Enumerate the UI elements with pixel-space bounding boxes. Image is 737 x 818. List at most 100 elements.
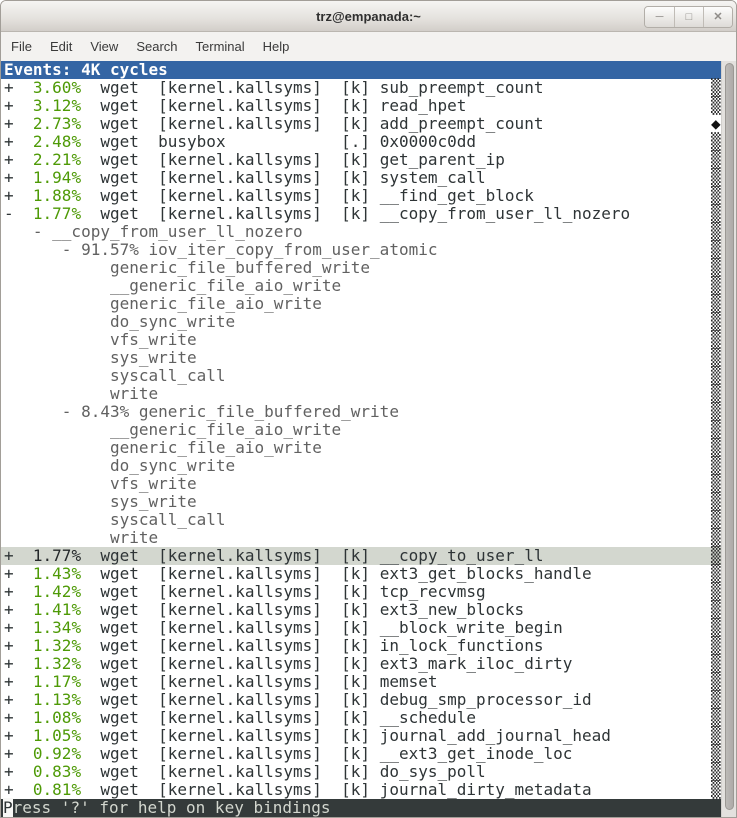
perf-callchain-row: write ▒ bbox=[1, 385, 721, 403]
perf-entry-row[interactable]: + 1.41% wget [kernel.kallsyms] [k] ext3_… bbox=[1, 601, 721, 619]
scrollbar-track[interactable] bbox=[721, 61, 736, 817]
tui-scrollbar-shade-icon: ▒ bbox=[711, 511, 721, 529]
tui-scrollbar-shade-icon: ▒ bbox=[711, 709, 721, 727]
tui-scrollbar-shade-icon: ▒ bbox=[711, 691, 721, 709]
expand-toggle: + bbox=[4, 780, 33, 799]
terminal-window: trz@empanada:~ ─ □ ✕ File Edit View Sear… bbox=[0, 0, 737, 818]
entry-text: wget [kernel.kallsyms] [k] memset bbox=[81, 672, 437, 691]
expand-toggle: + bbox=[4, 654, 33, 673]
callchain-text: generic_file_aio_write bbox=[4, 438, 322, 457]
expand-toggle: + bbox=[4, 186, 33, 205]
perf-callchain-row: - 91.57% iov_iter_copy_from_user_atomic▒ bbox=[1, 241, 721, 259]
callchain-text: vfs_write bbox=[4, 330, 197, 349]
expand-toggle: + bbox=[4, 564, 33, 583]
expand-toggle: - bbox=[4, 204, 33, 223]
tui-scrollbar-shade-icon: ▒ bbox=[711, 529, 721, 547]
perf-entry-row[interactable]: + 1.32% wget [kernel.kallsyms] [k] in_lo… bbox=[1, 637, 721, 655]
callchain-text: - __copy_from_user_ll_nozero bbox=[4, 222, 303, 241]
entry-text: wget [kernel.kallsyms] [k] do_sys_poll bbox=[81, 762, 486, 781]
tui-scrollbar-shade-icon: ▒ bbox=[711, 259, 721, 277]
entry-text: wget [kernel.kallsyms] [k] get_parent_ip bbox=[81, 150, 505, 169]
perf-entry-row[interactable]: + 2.48% wget busybox [.] 0x0000c0dd▒ bbox=[1, 133, 721, 151]
expand-toggle: + bbox=[4, 132, 33, 151]
expand-toggle: + bbox=[4, 96, 33, 115]
perf-entry-row[interactable]: + 1.43% wget [kernel.kallsyms] [k] ext3_… bbox=[1, 565, 721, 583]
entry-text: wget [kernel.kallsyms] [k] __ext3_get_in… bbox=[81, 744, 572, 763]
callchain-text: do_sync_write bbox=[4, 312, 235, 331]
perf-entry-row[interactable]: + 0.81% wget [kernel.kallsyms] [k] journ… bbox=[1, 781, 721, 799]
maximize-button[interactable]: □ bbox=[674, 7, 703, 27]
perf-entry-row[interactable]: + 2.21% wget [kernel.kallsyms] [k] get_p… bbox=[1, 151, 721, 169]
expand-toggle: + bbox=[4, 600, 33, 619]
menu-help[interactable]: Help bbox=[254, 32, 299, 61]
perf-entry-row[interactable]: + 1.42% wget [kernel.kallsyms] [k] tcp_r… bbox=[1, 583, 721, 601]
callchain-text: - 8.43% generic_file_buffered_write bbox=[4, 402, 399, 421]
overhead-percent: 2.73% bbox=[33, 114, 81, 133]
perf-entry-row[interactable]: + 1.17% wget [kernel.kallsyms] [k] memse… bbox=[1, 673, 721, 691]
callchain-text: - 91.57% iov_iter_copy_from_user_atomic bbox=[4, 240, 437, 259]
overhead-percent: 1.42% bbox=[33, 582, 81, 601]
overhead-percent: 0.92% bbox=[33, 744, 81, 763]
perf-callchain-row: vfs_write ▒ bbox=[1, 331, 721, 349]
overhead-percent: 3.60% bbox=[33, 78, 81, 97]
tui-scrollbar-shade-icon: ▒ bbox=[711, 655, 721, 673]
expand-toggle: + bbox=[4, 672, 33, 691]
status-text: ress '?' for help on key bindings bbox=[13, 798, 331, 817]
perf-entry-row[interactable]: + 3.60% wget [kernel.kallsyms] [k] sub_p… bbox=[1, 79, 721, 97]
tui-scrollbar-shade-icon: ▒ bbox=[711, 295, 721, 313]
expand-toggle: + bbox=[4, 168, 33, 187]
terminal-rows: + 3.60% wget [kernel.kallsyms] [k] sub_p… bbox=[1, 79, 721, 799]
terminal-screen[interactable]: Events: 4K cycles + 3.60% wget [kernel.k… bbox=[1, 61, 736, 817]
perf-callchain-row: __generic_file_aio_write▒ bbox=[1, 277, 721, 295]
perf-entry-row[interactable]: + 3.12% wget [kernel.kallsyms] [k] read_… bbox=[1, 97, 721, 115]
perf-entry-row[interactable]: + 2.73% wget [kernel.kallsyms] [k] add_p… bbox=[1, 115, 721, 133]
menu-edit[interactable]: Edit bbox=[41, 32, 81, 61]
tui-scroll-position-icon: ◆ bbox=[711, 115, 721, 133]
callchain-text: syscall_call bbox=[4, 366, 226, 385]
perf-callchain-row: syscall_call▒ bbox=[1, 511, 721, 529]
scrollbar-thumb[interactable] bbox=[725, 63, 734, 810]
perf-entry-row[interactable]: + 1.13% wget [kernel.kallsyms] [k] debug… bbox=[1, 691, 721, 709]
tui-scrollbar-shade-icon: ▒ bbox=[711, 493, 721, 511]
tui-scrollbar-shade-icon: ▒ bbox=[711, 457, 721, 475]
expand-toggle: + bbox=[4, 78, 33, 97]
menu-file[interactable]: File bbox=[2, 32, 41, 61]
tui-scrollbar-shade-icon: ▒ bbox=[711, 367, 721, 385]
perf-entry-row[interactable]: + 0.83% wget [kernel.kallsyms] [k] do_sy… bbox=[1, 763, 721, 781]
tui-scrollbar-shade-icon: ▒ bbox=[711, 565, 721, 583]
close-button[interactable]: ✕ bbox=[703, 7, 732, 27]
perf-entry-row[interactable]: + 1.34% wget [kernel.kallsyms] [k] __blo… bbox=[1, 619, 721, 637]
perf-entry-row[interactable]: + 1.05% wget [kernel.kallsyms] [k] journ… bbox=[1, 727, 721, 745]
perf-callchain-row: syscall_call ▒ bbox=[1, 367, 721, 385]
tui-scrollbar-shade-icon: ▒ bbox=[711, 331, 721, 349]
perf-entry-row[interactable]: - 1.77% wget [kernel.kallsyms] [k] __cop… bbox=[1, 205, 721, 223]
perf-entry-row[interactable]: + 1.94% wget [kernel.kallsyms] [k] syste… bbox=[1, 169, 721, 187]
perf-entry-row[interactable]: + 1.32% wget [kernel.kallsyms] [k] ext3_… bbox=[1, 655, 721, 673]
perf-callchain-row: generic_file_buffered_write ▒ bbox=[1, 259, 721, 277]
perf-entry-row[interactable]: + 1.08% wget [kernel.kallsyms] [k] __sch… bbox=[1, 709, 721, 727]
tui-scrollbar-shade-icon: ▒ bbox=[711, 79, 721, 97]
overhead-percent: 1.94% bbox=[33, 168, 81, 187]
overhead-percent: 0.81% bbox=[33, 780, 81, 799]
tui-scrollbar-shade-icon: ▒ bbox=[711, 727, 721, 745]
perf-callchain-row: vfs_write▒ bbox=[1, 475, 721, 493]
callchain-text: generic_file_buffered_write bbox=[4, 258, 370, 277]
entry-text: wget [kernel.kallsyms] [k] journal_dirty… bbox=[81, 780, 592, 799]
overhead-percent: 1.13% bbox=[33, 690, 81, 709]
menu-view[interactable]: View bbox=[81, 32, 127, 61]
overhead-percent: 1.77% bbox=[33, 546, 81, 565]
entry-text: wget [kernel.kallsyms] [k] debug_smp_pro… bbox=[81, 690, 592, 709]
minimize-button[interactable]: ─ bbox=[645, 7, 674, 27]
callchain-text: write bbox=[4, 384, 158, 403]
tui-scrollbar-shade-icon: ▒ bbox=[711, 385, 721, 403]
perf-entry-row[interactable]: + 1.77% wget [kernel.kallsyms] [k] __cop… bbox=[1, 547, 721, 565]
menu-terminal[interactable]: Terminal bbox=[187, 32, 254, 61]
perf-entry-row[interactable]: + 0.92% wget [kernel.kallsyms] [k] __ext… bbox=[1, 745, 721, 763]
titlebar[interactable]: trz@empanada:~ ─ □ ✕ bbox=[1, 1, 736, 32]
menu-search[interactable]: Search bbox=[127, 32, 186, 61]
perf-entry-row[interactable]: + 1.88% wget [kernel.kallsyms] [k] __fin… bbox=[1, 187, 721, 205]
expand-toggle: + bbox=[4, 114, 33, 133]
tui-scrollbar-shade-icon: ▒ bbox=[711, 169, 721, 187]
menubar: File Edit View Search Terminal Help bbox=[1, 32, 736, 61]
entry-text: wget [kernel.kallsyms] [k] in_lock_funct… bbox=[81, 636, 543, 655]
